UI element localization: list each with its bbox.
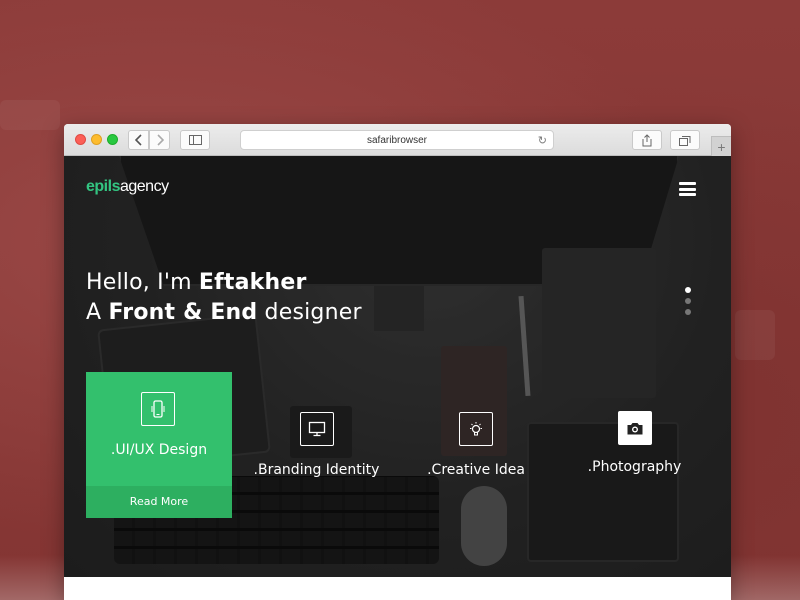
hamburger-menu-icon[interactable] (679, 182, 696, 196)
background-shape (0, 100, 60, 130)
pager-dot-1[interactable] (685, 287, 691, 293)
chevron-left-icon (134, 134, 142, 146)
tabs-overview-button[interactable] (670, 130, 700, 150)
background-shape (735, 310, 775, 360)
share-button[interactable] (632, 130, 662, 150)
reload-icon[interactable]: ↻ (538, 134, 547, 147)
slider-pager (685, 287, 691, 320)
headline-line-1: Hello, I'm Eftakher (86, 270, 307, 295)
new-tab-button[interactable]: + (711, 136, 731, 156)
close-window-button[interactable] (75, 134, 86, 145)
service-title: .Branding Identity (253, 462, 380, 478)
share-icon (642, 133, 652, 146)
service-card-uiux[interactable]: .UI/UX Design Read More (86, 372, 232, 518)
hero-section: epilsagency Hello, I'm Eftakher A Front … (64, 156, 731, 577)
browser-window: safaribrowser ↻ + epilsagency Hello, I'm… (64, 124, 731, 600)
page-below-fold (64, 577, 731, 600)
back-button[interactable] (128, 130, 149, 150)
service-photography[interactable]: .Photography (582, 411, 687, 475)
logo-part-2: agency (119, 178, 169, 195)
hero-headline: Hello, I'm Eftakher A Front & End design… (86, 268, 362, 328)
read-more-button[interactable]: Read More (86, 486, 232, 518)
chevron-right-icon (156, 134, 164, 146)
browser-toolbar: safaribrowser ↻ + (64, 124, 731, 156)
minimize-window-button[interactable] (91, 134, 102, 145)
address-text: safaribrowser (366, 134, 428, 146)
service-title: .Photography (587, 459, 682, 475)
service-branding[interactable]: .Branding Identity (249, 412, 384, 478)
site-logo[interactable]: epilsagency (86, 178, 169, 196)
address-bar[interactable]: safaribrowser ↻ (240, 130, 554, 150)
headline-line-2: A Front & End designer (86, 300, 362, 325)
forward-button[interactable] (149, 130, 170, 150)
service-title: .Creative Idea (427, 462, 525, 478)
sidebar-icon (188, 135, 202, 145)
maximize-window-button[interactable] (107, 134, 118, 145)
monitor-icon (299, 412, 334, 446)
camera-icon (617, 411, 652, 445)
service-creative-idea[interactable]: .Creative Idea (426, 412, 526, 478)
sidebar-toggle-button[interactable] (180, 130, 210, 150)
lightbulb-icon (459, 412, 493, 446)
pager-dot-3[interactable] (685, 309, 691, 315)
tabs-icon (679, 135, 691, 146)
service-title: .UI/UX Design (110, 442, 208, 458)
logo-part-1: epils (86, 178, 120, 195)
mobile-phone-icon (141, 392, 175, 426)
pager-dot-2[interactable] (685, 298, 691, 304)
